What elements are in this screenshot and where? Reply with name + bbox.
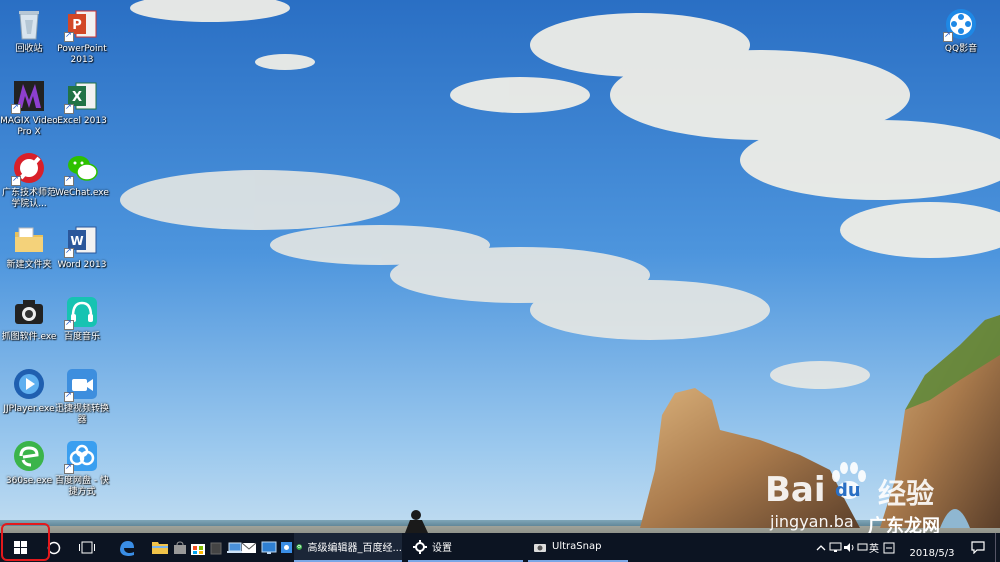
start-button[interactable] <box>0 533 40 562</box>
clock-date: 2018/5/3 <box>909 548 955 559</box>
shortcut-arrow-icon <box>11 174 21 186</box>
desktop-icon-recycle-bin[interactable]: 回收站 <box>0 6 58 55</box>
desktop-icon-wechat[interactable]: WeChat.exe <box>53 150 111 199</box>
taskbar-store-2[interactable] <box>188 533 208 562</box>
notification-icon <box>971 541 985 554</box>
task-view-button[interactable] <box>72 533 102 562</box>
edge-icon <box>120 540 134 556</box>
desktop-icon-label: 迅捷视频转换器 <box>54 404 109 425</box>
action-center-button[interactable] <box>966 533 990 562</box>
shortcut-arrow-icon <box>11 102 21 114</box>
taskbar-mail[interactable] <box>238 533 260 562</box>
tray-ime[interactable] <box>882 533 896 562</box>
desktop-icon-label: 百度网盘 - 快捷方式 <box>55 476 109 497</box>
tray-clock[interactable]: 2018/5/3 <box>900 533 964 562</box>
store-icon <box>191 543 205 555</box>
shortcut-arrow-icon <box>64 174 74 186</box>
taskbar-app-label: 高级编辑器_百度经... <box>307 543 402 554</box>
ime-icon <box>883 542 895 553</box>
shortcut-arrow-icon <box>943 30 953 42</box>
network-icon <box>829 542 841 552</box>
show-desktop-button[interactable] <box>995 533 1000 562</box>
monitor-icon <box>261 541 277 554</box>
taskbar: 高级编辑器_百度经... 设置 UltraSnap 英 2018/5/3 <box>0 533 1000 562</box>
desktop-icon-label: Word 2013 <box>57 260 107 270</box>
desktop-icon-magix-video[interactable]: MAGIX Video Pro X <box>0 78 58 138</box>
desktop-icon-label: 360se.exe <box>5 476 53 486</box>
desktop-icon-baidu-music[interactable]: 百度音乐 <box>53 294 111 343</box>
windows-logo-icon <box>13 541 27 554</box>
desktop-icon-label: PowerPoint 2013 <box>57 44 107 65</box>
watermark-url-text: jingyan.ba <box>770 512 854 531</box>
desktop-icon-baidu-netdisk[interactable]: 百度网盘 - 快捷方式 <box>53 438 111 498</box>
desktop-icon-label: QQ影音 <box>944 44 978 54</box>
ultrasnap-camera-icon <box>534 543 546 552</box>
cortana-button[interactable] <box>40 533 68 562</box>
chevron-up-icon <box>816 544 826 550</box>
shortcut-arrow-icon <box>64 390 74 402</box>
desktop-icon-jjplayer[interactable]: JJPlayer.exe <box>0 366 58 415</box>
tray-input-language[interactable]: 英 <box>866 533 882 562</box>
app-tile-icon <box>210 542 222 554</box>
browser-360-icon <box>14 441 44 471</box>
tray-volume[interactable] <box>842 533 856 562</box>
svg-text:X: X <box>72 90 82 105</box>
watermark-jingyan-text: 经验 <box>878 477 935 510</box>
task-view-icon <box>79 541 95 554</box>
watermark-baidu-text: Bai <box>765 470 826 510</box>
shortcut-arrow-icon <box>64 30 74 42</box>
desktop-icon-label: Excel 2013 <box>57 116 107 126</box>
desktop-icon-screenshot-tool[interactable]: 抓图软件.exe <box>0 294 58 343</box>
desktop-icon-gdtnu-auth[interactable]: 广东技术师范学院认... <box>0 150 58 210</box>
taskbar-app-label: UltraSnap <box>552 541 602 552</box>
desktop-icon-label: 抓图软件.exe <box>1 332 57 342</box>
desktop-icon-label: 百度音乐 <box>63 332 100 342</box>
desktop-icon-label: 新建文件夹 <box>6 260 52 270</box>
watermark-du-text: du <box>835 480 861 501</box>
svg-text:P: P <box>72 18 82 33</box>
taskbar-app-dark[interactable] <box>208 533 224 562</box>
svg-text:W: W <box>70 234 83 248</box>
shortcut-arrow-icon <box>64 462 74 474</box>
taskbar-app-label: 设置 <box>432 543 452 554</box>
taskbar-app-browser[interactable]: 高级编辑器_百度经... <box>294 533 402 562</box>
taskbar-settings-app[interactable] <box>278 533 294 562</box>
desktop-icon-label: MAGIX Video Pro X <box>0 116 58 137</box>
tray-network[interactable] <box>828 533 842 562</box>
tray-overflow-button[interactable] <box>814 533 828 562</box>
camera-icon <box>15 300 43 324</box>
taskbar-edge[interactable] <box>114 533 140 562</box>
cortana-circle-icon <box>47 541 61 554</box>
desktop-icon-360se[interactable]: 360se.exe <box>0 438 58 487</box>
taskbar-store[interactable] <box>172 533 188 562</box>
folder-icon <box>152 542 168 554</box>
desktop-icon-powerpoint[interactable]: P PowerPoint 2013 <box>53 6 111 66</box>
desktop-icon-qq-player[interactable]: QQ影音 <box>932 6 990 55</box>
desktop-icon-label: WeChat.exe <box>55 188 109 198</box>
media-player-icon <box>14 369 44 399</box>
taskbar-file-explorer[interactable] <box>148 533 172 562</box>
taskbar-app-ultrasnap[interactable]: UltraSnap <box>528 533 628 562</box>
shortcut-arrow-icon <box>64 246 74 258</box>
taskbar-app-settings[interactable]: 设置 <box>408 533 523 562</box>
gear-icon <box>413 539 427 554</box>
folder-icon <box>15 227 43 252</box>
store-bag-icon <box>174 540 186 554</box>
desktop-icon-label: 广东技术师范学院认... <box>1 188 56 209</box>
desktop-icon-label: JJPlayer.exe <box>3 404 55 414</box>
desktop-icon-excel[interactable]: X Excel 2013 <box>53 78 111 127</box>
shortcut-arrow-icon <box>64 102 74 114</box>
mail-icon <box>241 542 257 553</box>
desktop-icon-word[interactable]: W Word 2013 <box>53 222 111 271</box>
recycle-bin-icon <box>19 11 39 40</box>
desktop-icon-video-converter[interactable]: 迅捷视频转换器 <box>53 366 111 426</box>
desktop-icon-label: 回收站 <box>15 44 43 54</box>
taskbar-screen-app[interactable] <box>260 533 278 562</box>
settings-tile-icon <box>280 542 292 553</box>
browser-360-icon <box>296 543 303 550</box>
desktop-icon-new-folder[interactable]: 新建文件夹 <box>0 222 58 271</box>
input-language-label: 英 <box>869 544 879 555</box>
shortcut-arrow-icon <box>64 318 74 330</box>
volume-icon <box>843 543 853 552</box>
